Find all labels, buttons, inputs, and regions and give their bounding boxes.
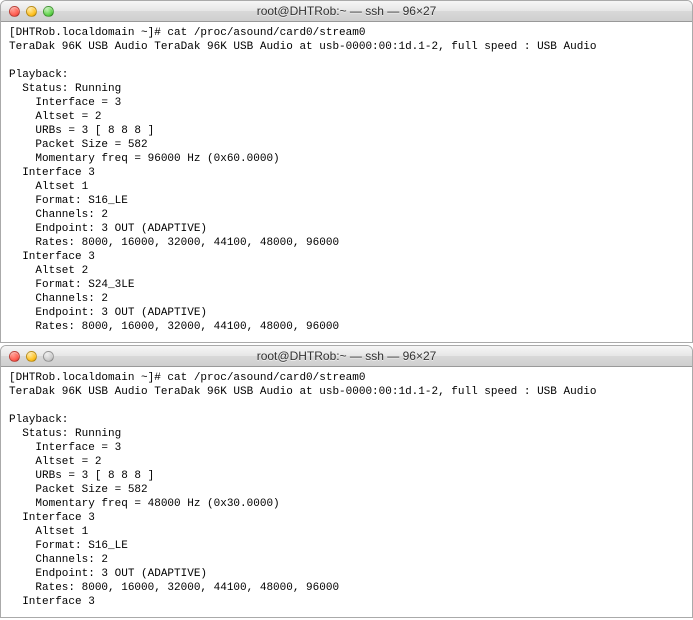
- interface-line: Endpoint: 3 OUT (ADAPTIVE): [9, 307, 207, 319]
- device-line: TeraDak 96K USB Audio TeraDak 96K USB Au…: [9, 386, 597, 398]
- titlebar[interactable]: root@DHTRob:~ — ssh — 96×27: [1, 346, 692, 367]
- terminal-content[interactable]: [DHTRob.localdomain ~]# cat /proc/asound…: [1, 22, 692, 342]
- interface-header: Interface 3: [9, 596, 95, 608]
- zoom-icon[interactable]: [43, 351, 54, 362]
- interface-header: Interface 3: [9, 512, 95, 524]
- interface-line: Endpoint: 3 OUT (ADAPTIVE): [9, 568, 207, 580]
- playback-header: Playback:: [9, 69, 68, 81]
- prompt-line: [DHTRob.localdomain ~]# cat /proc/asound…: [9, 372, 365, 384]
- interface-line: Channels: 2: [9, 209, 108, 221]
- playback-header: Playback:: [9, 414, 68, 426]
- traffic-lights: [1, 351, 54, 362]
- interface-line: Rates: 8000, 16000, 32000, 44100, 48000,…: [9, 582, 339, 594]
- interface-line: Channels: 2: [9, 293, 108, 305]
- interface-line: Altset 1: [9, 526, 88, 538]
- terminal-content[interactable]: [DHTRob.localdomain ~]# cat /proc/asound…: [1, 367, 692, 617]
- field-line: Altset = 2: [9, 111, 101, 123]
- terminal-window: root@DHTRob:~ — ssh — 96×27 [DHTRob.loca…: [0, 345, 693, 618]
- interface-line: Rates: 8000, 16000, 32000, 44100, 48000,…: [9, 237, 339, 249]
- traffic-lights: [1, 6, 54, 17]
- interface-line: Channels: 2: [9, 554, 108, 566]
- interface-header: Interface 3: [9, 167, 95, 179]
- window-title: root@DHTRob:~ — ssh — 96×27: [1, 349, 692, 363]
- interface-line: Altset 2: [9, 265, 88, 277]
- field-line: Interface = 3: [9, 97, 121, 109]
- prompt-line: [DHTRob.localdomain ~]# cat /proc/asound…: [9, 27, 365, 39]
- interface-line: Format: S24_3LE: [9, 279, 134, 291]
- interface-line: Endpoint: 3 OUT (ADAPTIVE): [9, 223, 207, 235]
- status-line: Status: Running: [9, 428, 121, 440]
- field-line: Altset = 2: [9, 456, 101, 468]
- window-title: root@DHTRob:~ — ssh — 96×27: [1, 4, 692, 18]
- titlebar[interactable]: root@DHTRob:~ — ssh — 96×27: [1, 1, 692, 22]
- terminal-window: root@DHTRob:~ — ssh — 96×27 [DHTRob.loca…: [0, 0, 693, 343]
- minimize-icon[interactable]: [26, 6, 37, 17]
- close-icon[interactable]: [9, 351, 20, 362]
- status-line: Status: Running: [9, 83, 121, 95]
- interface-line: Format: S16_LE: [9, 195, 128, 207]
- field-line: URBs = 3 [ 8 8 8 ]: [9, 470, 154, 482]
- field-line: Momentary freq = 48000 Hz (0x30.0000): [9, 498, 280, 510]
- interface-line: Rates: 8000, 16000, 32000, 44100, 48000,…: [9, 321, 339, 333]
- field-line: Momentary freq = 96000 Hz (0x60.0000): [9, 153, 280, 165]
- field-line: Packet Size = 582: [9, 484, 148, 496]
- field-line: Interface = 3: [9, 442, 121, 454]
- interface-header: Interface 3: [9, 251, 95, 263]
- close-icon[interactable]: [9, 6, 20, 17]
- field-line: URBs = 3 [ 8 8 8 ]: [9, 125, 154, 137]
- device-line: TeraDak 96K USB Audio TeraDak 96K USB Au…: [9, 41, 597, 53]
- interface-line: Altset 1: [9, 181, 88, 193]
- interface-line: Format: S16_LE: [9, 540, 128, 552]
- field-line: Packet Size = 582: [9, 139, 148, 151]
- minimize-icon[interactable]: [26, 351, 37, 362]
- zoom-icon[interactable]: [43, 6, 54, 17]
